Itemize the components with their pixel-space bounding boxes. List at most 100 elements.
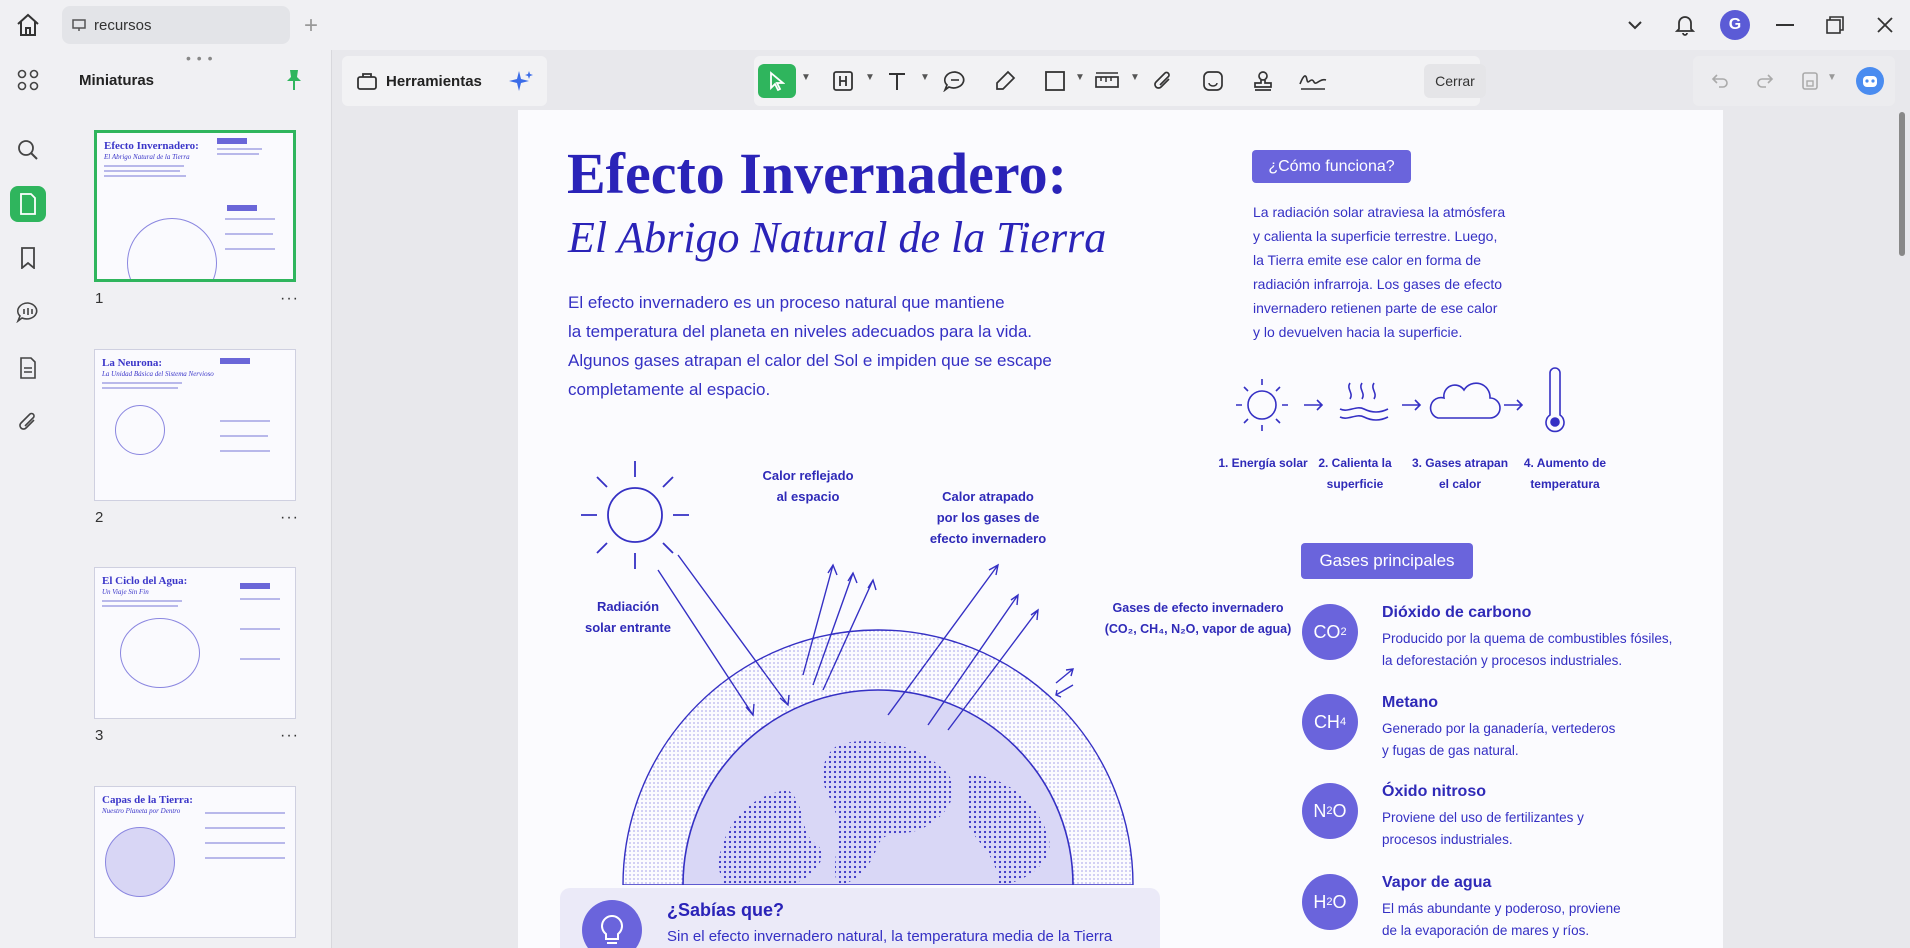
reflected-heat-label: Calor reflejado al espacio	[762, 468, 854, 504]
arrow-icon	[1504, 399, 1524, 411]
page-number: 1	[95, 290, 104, 307]
apps-grid-icon[interactable]	[10, 62, 46, 98]
arrow-icon	[1304, 399, 1324, 411]
comment-icon[interactable]	[938, 64, 972, 98]
tools-button[interactable]: Herramientas	[342, 56, 547, 106]
chevron-down-icon[interactable]: ▼	[1075, 72, 1085, 83]
close-tools-button[interactable]: Cerrar	[1424, 64, 1486, 98]
thumb-subtitle: Nuestro Planeta por Dentro	[102, 807, 181, 815]
text-tool-icon[interactable]	[880, 64, 914, 98]
close-button[interactable]	[1860, 0, 1910, 50]
tab-title: recursos	[94, 16, 152, 34]
chevron-down-icon[interactable]	[1610, 0, 1660, 50]
presentation-icon	[72, 19, 86, 31]
chevron-down-icon[interactable]: ▼	[920, 72, 930, 83]
chevron-down-icon[interactable]: ▼	[801, 72, 811, 83]
thumbnail-panel: • • • Miniaturas Efecto Invernadero: El …	[56, 50, 332, 948]
incoming-radiation-label: Radiación solar entrante	[585, 599, 671, 635]
page-more-button[interactable]: ···	[280, 727, 299, 745]
page-thumbnail-1[interactable]: Efecto Invernadero: El Abrigo Natural de…	[94, 130, 296, 282]
highlighter-icon[interactable]	[988, 64, 1022, 98]
sticker-icon[interactable]	[1196, 64, 1230, 98]
save-icon[interactable]	[1793, 64, 1827, 98]
scrollbar-thumb[interactable]	[1899, 112, 1905, 256]
main-gases-heading: Gases principales	[1301, 543, 1473, 579]
signature-icon[interactable]	[1294, 64, 1332, 98]
edit-toolbar: ▼ ▼ ▼ ▼ ▼ Cerrar	[754, 56, 1486, 106]
gas-item: N2O Óxido nitroso Proviene del uso de fe…	[1302, 783, 1682, 847]
cloud-icon	[1429, 382, 1501, 419]
arrow-icon	[1402, 399, 1422, 411]
panel-grip[interactable]: • • •	[186, 50, 213, 66]
page-more-button[interactable]: ···	[280, 290, 299, 308]
gas-item: CO 2 Dióxido de carbono Producido por la …	[1302, 604, 1682, 668]
page-thumbnail-4[interactable]: Capas de la Tierra: Nuestro Planeta por …	[94, 786, 296, 938]
thermometer-icon	[1545, 367, 1565, 433]
title-bar: recursos + G	[0, 0, 1910, 50]
comments-icon[interactable]	[10, 294, 46, 330]
undo-icon[interactable]	[1703, 64, 1737, 98]
gas-name: Óxido nitroso	[1382, 783, 1486, 800]
search-icon[interactable]	[10, 132, 46, 168]
measure-icon[interactable]	[1090, 64, 1124, 98]
greenhouse-illustration	[581, 461, 1134, 885]
select-tool-icon[interactable]	[758, 64, 796, 98]
thumb-title: La Neurona:	[102, 357, 162, 369]
page-more-button[interactable]: ···	[280, 509, 299, 527]
thumb-subtitle: Un Viaje Sin Fin	[102, 588, 149, 596]
bookmark-icon[interactable]	[10, 240, 46, 276]
document-icon[interactable]	[10, 350, 46, 386]
thumb-subtitle: La Unidad Básica del Sistema Nervioso	[102, 370, 214, 378]
home-icon[interactable]	[14, 12, 42, 38]
pages-icon[interactable]	[10, 186, 46, 222]
vertical-scrollbar[interactable]	[1898, 110, 1906, 948]
redo-icon[interactable]	[1748, 64, 1782, 98]
lightbulb-icon	[582, 900, 642, 948]
minimize-button[interactable]	[1760, 0, 1810, 50]
pin-icon[interactable]	[284, 68, 304, 97]
step-label: 3. Gases atrapan el calor	[1411, 456, 1509, 491]
account-avatar[interactable]: G	[1710, 0, 1760, 50]
gas-item: H2O Vapor de agua El más abundante y pod…	[1302, 874, 1682, 938]
chevron-down-icon[interactable]: ▼	[865, 72, 875, 83]
thumb-subtitle: El Abrigo Natural de la Tierra	[104, 153, 190, 161]
stamp-icon[interactable]	[1246, 64, 1280, 98]
page-title: Efecto Invernadero:	[567, 141, 1067, 206]
new-tab-button[interactable]: +	[304, 12, 318, 40]
gas-name: Metano	[1382, 694, 1438, 711]
chevron-down-icon[interactable]: ▼	[1130, 72, 1140, 83]
trapped-heat-label: Calor atrapado por los gases de efecto inv…	[929, 489, 1047, 546]
document-tab[interactable]: recursos	[62, 6, 290, 44]
gas-formula-badge: CH 4	[1302, 694, 1358, 750]
tools-label: Herramientas	[386, 72, 482, 90]
page-number: 3	[95, 727, 104, 744]
heat-waves-icon	[1339, 382, 1389, 421]
step-label: 2. Calienta la superficie	[1318, 456, 1392, 491]
page-number: 2	[95, 509, 104, 526]
gas-formula-badge: CO 2	[1302, 604, 1358, 660]
did-you-know-text: Sin el efecto invernadero natural, la te…	[667, 928, 1113, 945]
page-thumbnail-3[interactable]: El Ciclo del Agua: Un Viaje Sin Fin	[94, 567, 296, 719]
ai-sparkle-icon[interactable]	[508, 69, 534, 93]
gas-description: Producido por la quema de combustibles f…	[1382, 631, 1673, 668]
sun-icon	[581, 461, 689, 569]
panel-title: Miniaturas	[79, 72, 155, 89]
chevron-down-icon[interactable]: ▼	[1827, 72, 1837, 83]
thumb-title: Efecto Invernadero:	[104, 140, 199, 152]
attachment-icon[interactable]	[10, 404, 46, 440]
document-page: Efecto Invernadero: El Abrigo Natural de…	[518, 110, 1723, 948]
bell-icon[interactable]	[1660, 0, 1710, 50]
ai-assistant-icon[interactable]	[1853, 64, 1887, 98]
gas-formula-badge: N2O	[1302, 783, 1358, 839]
toolbox-icon	[357, 73, 377, 90]
restore-button[interactable]	[1810, 0, 1860, 50]
header-footer-icon[interactable]	[826, 64, 860, 98]
shape-icon[interactable]	[1038, 64, 1072, 98]
process-steps-diagram	[1236, 367, 1565, 433]
history-toolbar: ▼	[1693, 56, 1895, 106]
gas-description: El más abundante y poderoso, proviene de …	[1382, 901, 1621, 938]
page-thumbnail-2[interactable]: La Neurona: La Unidad Básica del Sistema…	[94, 349, 296, 501]
gas-name: Dióxido de carbono	[1382, 604, 1532, 621]
gas-description: Generado por la ganadería, vertederos y f…	[1382, 721, 1616, 758]
attachment-icon[interactable]	[1146, 64, 1180, 98]
